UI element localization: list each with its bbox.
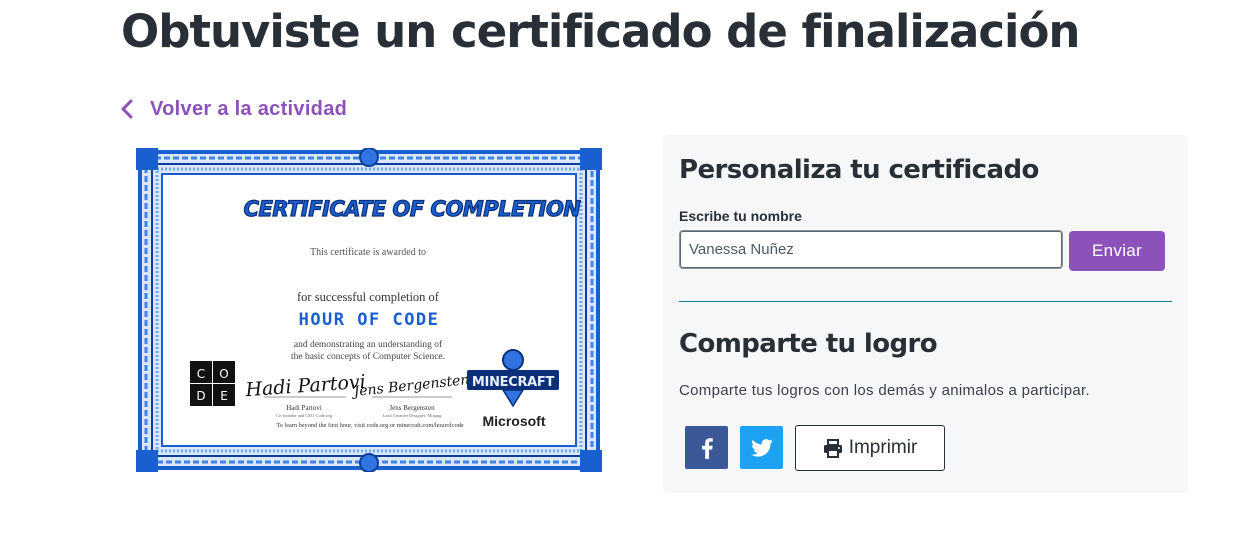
share-heading: Comparte tu logro — [679, 329, 938, 359]
twitter-share-button[interactable] — [740, 426, 783, 469]
certificate-awarded-text: This certificate is awarded to — [310, 247, 426, 258]
share-description: Comparte tus logros con los demás y anim… — [679, 382, 1090, 399]
back-to-activity-link[interactable]: Volver a la actividad — [118, 94, 347, 124]
printer-icon — [823, 438, 842, 458]
facebook-icon — [701, 437, 713, 459]
signer2-name: Jens Bergensten — [389, 404, 435, 412]
chevron-left-icon — [121, 99, 133, 119]
signer1-title: Co-founder and CEO Code.org — [276, 413, 333, 418]
certificate-image: CERTIFICATE OF COMPLETION This certifica… — [136, 148, 602, 472]
certificate-course-name: HOUR OF CODE — [299, 310, 440, 330]
name-input[interactable] — [679, 230, 1063, 269]
signer1-name: Hadi Partovi — [286, 404, 322, 412]
facebook-share-button[interactable] — [685, 426, 728, 469]
certificate-understanding-line2: the basic concepts of Computer Science. — [291, 351, 445, 362]
code-logo-letter-o: O — [219, 367, 228, 381]
divider — [679, 301, 1172, 302]
page-title: Obtuviste un certificado de finalización — [121, 5, 1080, 58]
personalize-heading: Personaliza tu certificado — [679, 155, 1039, 185]
certificate-completion-text: for successful completion of — [297, 290, 440, 304]
code-logo-letter-d: D — [196, 389, 205, 403]
code-logo-letter-c: C — [197, 367, 205, 381]
certificate-footer: To learn beyond the first hour, visit co… — [276, 422, 464, 429]
certificate-heading: CERTIFICATE OF COMPLETION — [244, 197, 582, 221]
certificate-understanding-line1: and demonstrating an understanding of — [294, 339, 443, 350]
twitter-icon — [750, 438, 773, 457]
microsoft-logo: Microsoft — [483, 413, 546, 429]
submit-button[interactable]: Enviar — [1069, 231, 1165, 271]
print-button[interactable]: Imprimir — [795, 425, 945, 471]
name-field-label: Escribe tu nombre — [679, 208, 802, 224]
code-org-logo: C O D E — [190, 361, 235, 406]
code-logo-letter-e: E — [220, 389, 228, 403]
print-button-label: Imprimir — [848, 437, 918, 458]
personalize-panel: Personaliza tu certificado Escribe tu no… — [663, 135, 1188, 493]
back-link-label: Volver a la actividad — [150, 97, 348, 120]
minecraft-logo-text: MINECRAFT — [472, 375, 555, 390]
